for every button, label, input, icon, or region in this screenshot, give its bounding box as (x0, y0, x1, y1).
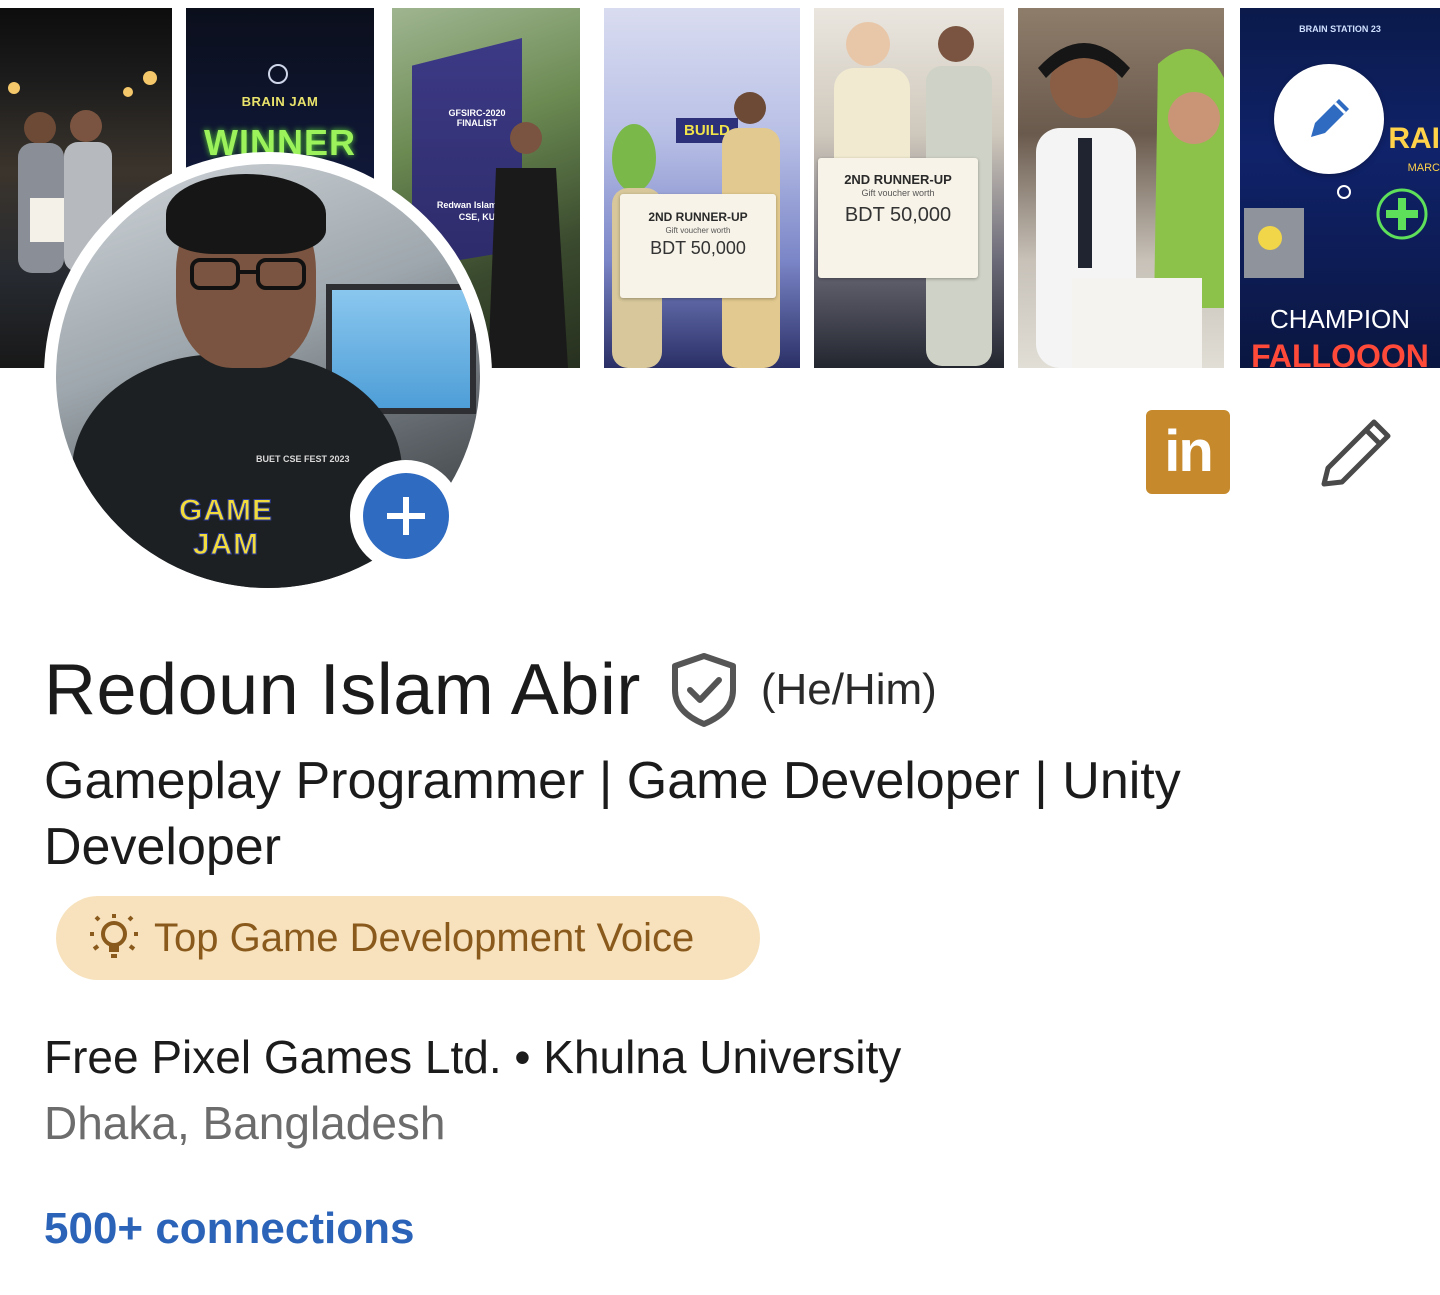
brainstation-champion: CHAMPION (1269, 304, 1411, 334)
add-photo-button[interactable] (350, 460, 462, 572)
pencil-icon (1311, 99, 1349, 137)
cheque-2-title: 2ND RUNNER-UP (844, 172, 952, 187)
duo-portrait (1036, 43, 1224, 368)
cheque-1-title: 2ND RUNNER-UP (648, 210, 748, 224)
profile-name: Redoun Islam Abir (44, 650, 641, 730)
cheque-2-subtitle: Gift voucher worth (861, 188, 935, 198)
brainstation-falloon: FALLOOON (1251, 338, 1429, 368)
connections-link[interactable]: 500+ connections (44, 1204, 414, 1254)
pronouns: (He/Him) (760, 665, 937, 714)
edit-profile-button[interactable] (1316, 414, 1396, 494)
plus-icon (387, 497, 425, 535)
award-people (612, 92, 780, 368)
award-cheque-2: 2ND RUNNER-UP Gift voucher worth BDT 50,… (818, 158, 978, 278)
profile-organizations[interactable]: Free Pixel Games Ltd. • Khulna Universit… (44, 1030, 901, 1084)
edit-cover-button[interactable] (1274, 64, 1384, 174)
cover-panel-runner-up: 2ND RUNNER-UP Gift voucher worth BDT 50,… (814, 8, 1004, 368)
cover-panel-duo (1018, 8, 1224, 368)
shield-check-icon[interactable] (669, 652, 739, 728)
cover-panel-build-award: BUILD 2ND RUNNER-UP Gift voucher worth B… (604, 8, 800, 368)
cover-panel-brainstation: BRAIN STATION 23 RAI MARC CHAMPION FALLO… (1240, 8, 1440, 368)
top-voice-label: Top Game Development Voice (154, 915, 695, 960)
linkedin-button[interactable]: in (1146, 410, 1230, 494)
tshirt-event: BUET CSE FEST 2023 (256, 454, 350, 464)
linkedin-logo: in (1164, 419, 1214, 484)
brain-jam-title: BRAIN JAM (241, 94, 319, 109)
lightbulb-icon (90, 914, 138, 958)
cheque-1-amount: BDT 50,000 (650, 238, 746, 258)
cheque-2-amount: BDT 50,000 (844, 204, 952, 226)
award-cheque-1: 2ND RUNNER-UP Gift voucher worth BDT 50,… (620, 194, 776, 298)
tshirt-game-jam: GAME JAM (179, 494, 273, 562)
profile-headline: Gameplay Programmer | Game Developer | U… (44, 752, 1181, 876)
profile-location: Dhaka, Bangladesh (44, 1097, 446, 1149)
add-photo-circle (363, 473, 449, 559)
top-voice-badge[interactable]: Top Game Development Voice (56, 896, 760, 980)
glasses (190, 258, 306, 290)
cheque-1-subtitle: Gift voucher worth (665, 226, 731, 235)
name-row: Redoun Islam Abir (He/Him) (44, 640, 937, 740)
hair (166, 174, 326, 254)
